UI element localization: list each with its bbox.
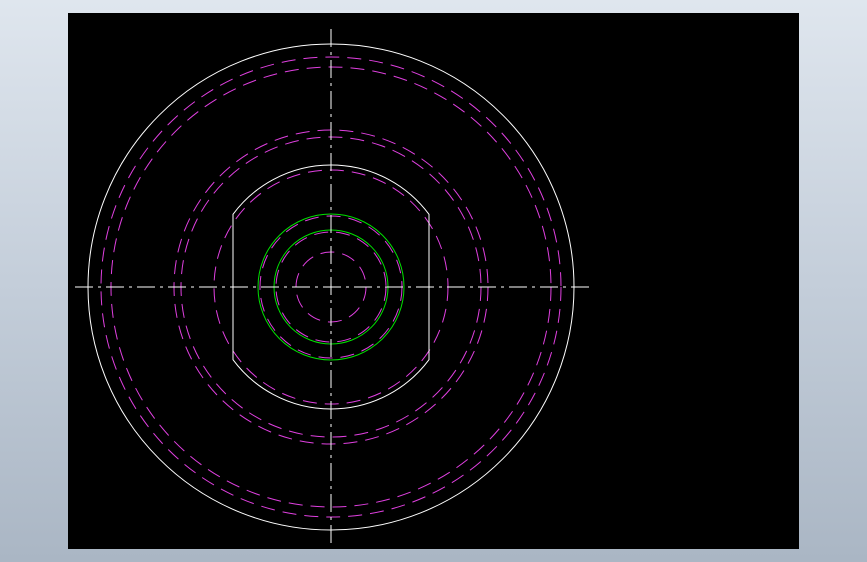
centerlines-layer [75,29,589,545]
cad-drawing-canvas[interactable] [68,13,799,549]
cad-drawing-viewport[interactable] [68,13,799,549]
